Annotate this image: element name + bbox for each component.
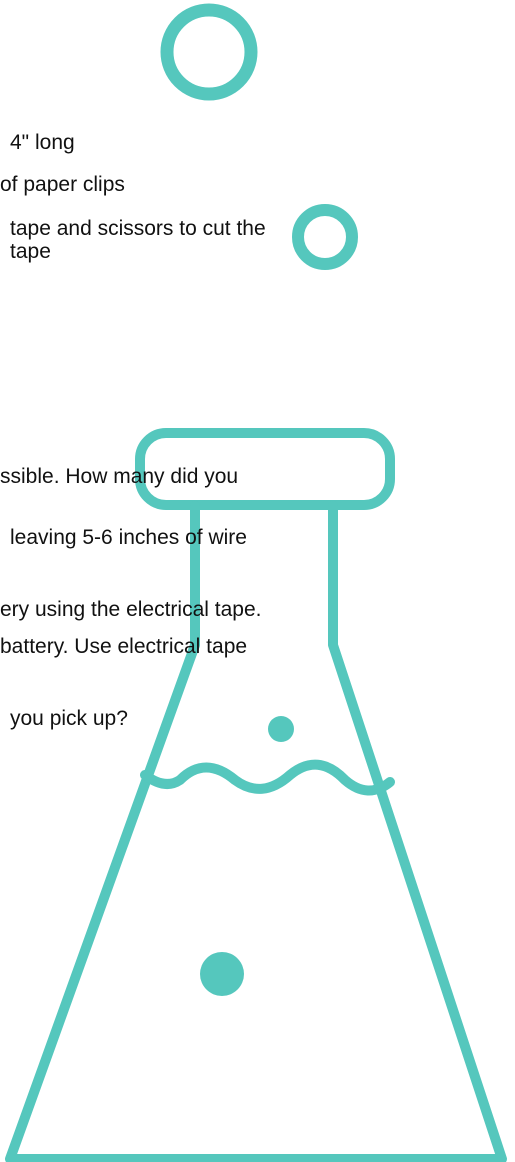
procedure-line: you pick up? (10, 707, 128, 730)
procedure-line: ery using the electrical tape. (0, 598, 262, 621)
procedure-line: ssible. How many did you (0, 465, 239, 488)
materials-line: of paper clips (0, 173, 125, 196)
materials-line: 4" long (10, 131, 75, 154)
procedure-line: battery. Use electrical tape (0, 635, 248, 658)
procedure-line: leaving 5-6 inches of wire (10, 526, 247, 549)
document-text: 4" long of paper clips tape and scissors… (0, 0, 515, 1162)
materials-line: tape (10, 240, 51, 263)
